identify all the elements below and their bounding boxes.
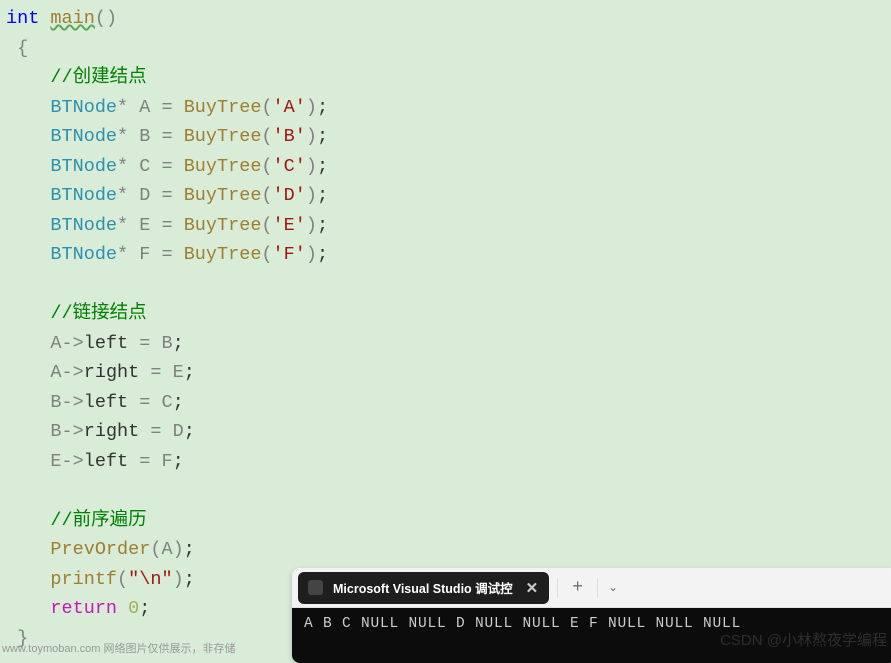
blank-line: [6, 270, 885, 300]
code-line: BTNode* B = BuyTree('B');: [6, 122, 885, 152]
code-line: B->right = D;: [6, 417, 885, 447]
code-line: PrevOrder(A);: [6, 535, 885, 565]
code-line: E->left = F;: [6, 447, 885, 477]
main-func: main: [50, 8, 94, 29]
console-tab-title: Microsoft Visual Studio 调试控: [333, 578, 513, 597]
console-tab-active[interactable]: Microsoft Visual Studio 调试控 ✕: [298, 572, 549, 604]
code-comment: //创建结点: [6, 63, 885, 93]
code-line: {: [6, 34, 885, 64]
code-line: BTNode* E = BuyTree('E');: [6, 211, 885, 241]
close-icon[interactable]: ✕: [523, 579, 542, 597]
blank-line: [6, 476, 885, 506]
code-line: B->left = C;: [6, 388, 885, 418]
code-comment: //前序遍历: [6, 506, 885, 536]
code-editor[interactable]: int main() { //创建结点 BTNode* A = BuyTree(…: [0, 0, 891, 657]
code-line: BTNode* F = BuyTree('F');: [6, 240, 885, 270]
watermark: CSDN @小林熬夜学编程: [720, 629, 887, 650]
code-line: BTNode* A = BuyTree('A');: [6, 93, 885, 123]
terminal-icon: [308, 580, 323, 595]
code-line: A->right = E;: [6, 358, 885, 388]
chevron-down-icon[interactable]: ⌄: [598, 580, 628, 595]
console-tabs: Microsoft Visual Studio 调试控 ✕ + ⌄: [292, 568, 891, 608]
add-tab-button[interactable]: +: [557, 578, 598, 598]
code-line: A->left = B;: [6, 329, 885, 359]
code-line: BTNode* D = BuyTree('D');: [6, 181, 885, 211]
code-line: int main(): [6, 4, 885, 34]
code-comment: //链接结点: [6, 299, 885, 329]
watermark: www.toymoban.com 网络图片仅供展示，非存储: [2, 640, 235, 656]
code-line: BTNode* C = BuyTree('C');: [6, 152, 885, 182]
